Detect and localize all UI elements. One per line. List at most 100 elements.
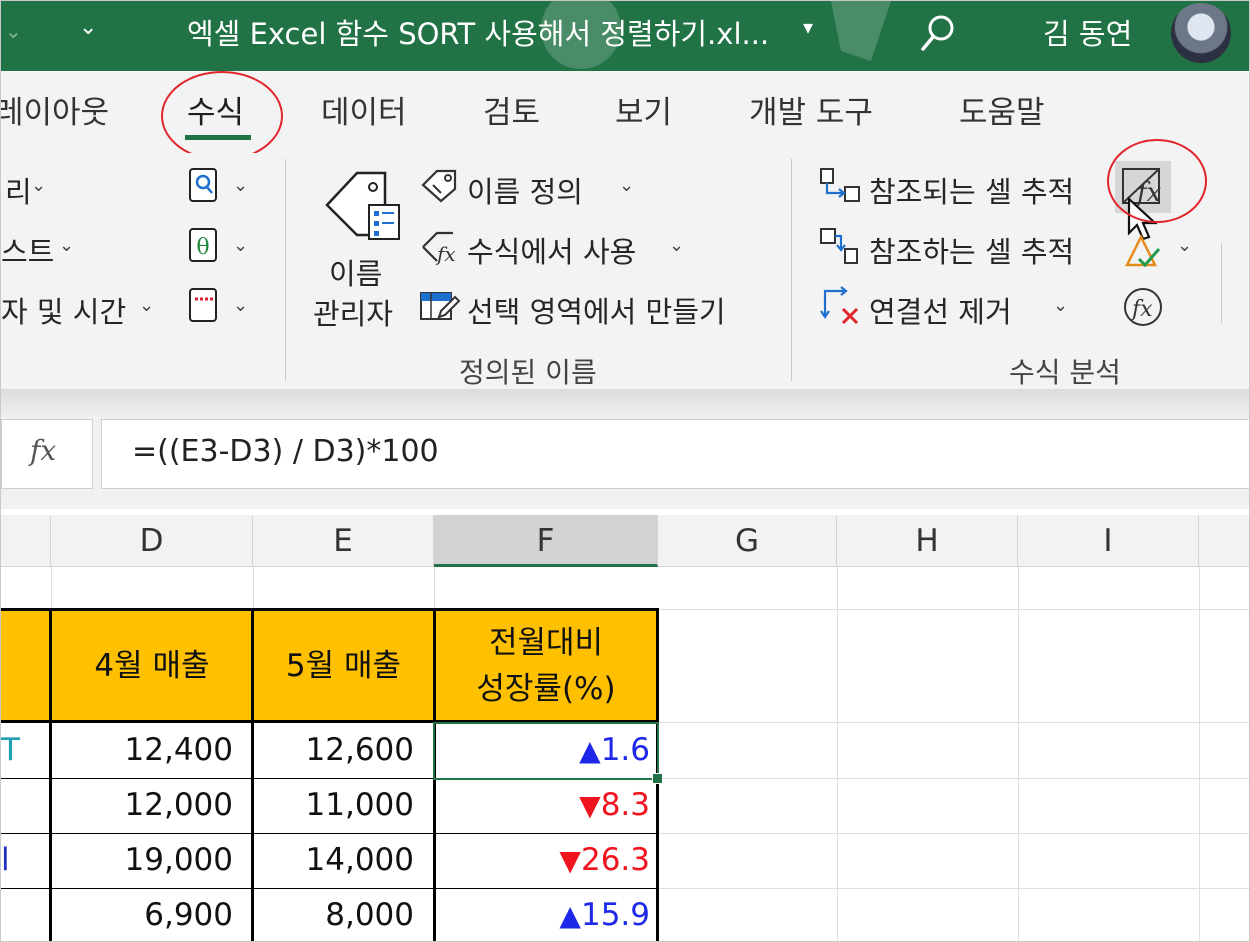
define-name-button[interactable]: 이름 정의 xyxy=(467,169,583,211)
chevron-down-icon[interactable]: ⌄ xyxy=(139,295,154,316)
column-header-g[interactable]: G xyxy=(658,515,837,567)
define-name-icon[interactable] xyxy=(419,167,461,203)
create-from-selection-button[interactable]: 선택 영역에서 만들기 xyxy=(467,289,726,331)
table-cell-april[interactable]: 12,000 xyxy=(51,778,253,833)
table-header-growth-rate[interactable]: 전월대비 성장률(%) xyxy=(434,610,658,722)
table-cell-may[interactable]: 12,600 xyxy=(253,723,434,778)
svg-text:θ: θ xyxy=(196,235,209,260)
ribbon-formulas: 리 ⌄ 스트 ⌄ 자 및 시간 ⌄ ⌄ θ ⌄ ⌄ 이름 관리자 이름 정의 ⌄… xyxy=(1,153,1249,389)
group-separator xyxy=(285,159,286,381)
table-border xyxy=(1,833,657,834)
remove-arrows-button[interactable]: 연결선 제거 xyxy=(869,289,1012,331)
title-bar: ⌄ ⌄ 엑셀 Excel 함수 SORT 사용해서 정렬하기.xl... ▾ 김… xyxy=(1,1,1249,71)
user-name[interactable]: 김 동연 xyxy=(1043,11,1132,53)
use-in-formula-icon[interactable]: fx xyxy=(419,227,461,267)
lookup-reference-icon[interactable] xyxy=(187,167,221,205)
gridline xyxy=(1018,567,1019,941)
tab-page-layout[interactable]: 레이아웃 xyxy=(1,87,109,132)
tab-developer[interactable]: 개발 도구 xyxy=(749,87,873,132)
table-cell-april[interactable]: 12,400 xyxy=(51,723,253,778)
group-label-formula-auditing: 수식 분석 xyxy=(1009,356,1121,389)
chevron-down-icon[interactable]: ⌄ xyxy=(233,175,248,196)
chevron-down-icon[interactable]: ⌄ xyxy=(59,235,74,256)
trace-dependents-icon[interactable] xyxy=(817,227,863,265)
gridline xyxy=(837,567,838,941)
name-manager-icon[interactable] xyxy=(321,165,405,247)
column-header-e[interactable]: E xyxy=(253,515,434,567)
table-cell-fragment[interactable]: l xyxy=(1,833,51,888)
title-decoration xyxy=(831,1,891,61)
column-header-f[interactable]: F xyxy=(434,515,658,567)
insert-function-button[interactable]: fx xyxy=(1,419,93,489)
growth-value: 26.3 xyxy=(580,842,650,878)
chevron-down-icon[interactable]: ⌄ xyxy=(1177,235,1192,256)
table-header-may-sales[interactable]: 5월 매출 xyxy=(253,610,434,722)
document-title: 엑셀 Excel 함수 SORT 사용해서 정렬하기.xl... xyxy=(187,17,770,51)
group-separator xyxy=(1221,243,1222,323)
chevron-down-icon[interactable]: ⌄ xyxy=(619,175,634,196)
chevron-down-icon[interactable]: ⌄ xyxy=(31,175,46,196)
math-trig-icon[interactable]: θ xyxy=(187,227,221,265)
down-triangle-icon: ▼ xyxy=(579,789,601,822)
table-cell-growth[interactable]: ▼26.3 xyxy=(434,833,658,888)
header-label: 성장률(%) xyxy=(476,671,616,707)
tab-help[interactable]: 도움말 xyxy=(959,87,1045,132)
header-label: 5월 매출 xyxy=(285,648,402,684)
formula-input[interactable]: =((E3-D3) / D3)*100 xyxy=(101,419,1249,489)
growth-value: 8.3 xyxy=(600,787,650,823)
column-header-h[interactable]: H xyxy=(837,515,1018,567)
down-triangle-icon: ▼ xyxy=(559,844,581,877)
trace-dependents-button[interactable]: 참조하는 셀 추적 xyxy=(869,229,1074,271)
customize-qat-button[interactable]: ⌄ xyxy=(79,15,97,40)
undo-dropdown-icon[interactable]: ⌄ xyxy=(5,19,22,43)
library-item-date-time[interactable]: 자 및 시간 xyxy=(1,289,126,331)
table-header-partial[interactable] xyxy=(1,610,51,722)
tab-review[interactable]: 검토 xyxy=(483,87,540,132)
library-item-logical[interactable]: 리 xyxy=(5,169,32,211)
chevron-down-icon[interactable]: ⌄ xyxy=(669,235,684,256)
fill-handle[interactable] xyxy=(652,773,663,784)
table-cell-may[interactable]: 8,000 xyxy=(253,888,434,941)
trace-precedents-button[interactable]: 참조되는 셀 추적 xyxy=(869,169,1074,211)
table-cell-april[interactable]: 6,900 xyxy=(51,888,253,941)
evaluate-formula-icon[interactable]: fx xyxy=(1121,285,1165,329)
trace-precedents-icon[interactable] xyxy=(817,167,863,205)
create-from-selection-icon[interactable] xyxy=(419,287,461,325)
name-manager-label-line2[interactable]: 관리자 xyxy=(313,291,393,333)
gridline xyxy=(51,567,52,610)
table-cell-may[interactable]: 11,000 xyxy=(253,778,434,833)
chevron-down-icon[interactable]: ⌄ xyxy=(233,295,248,316)
chevron-down-icon[interactable]: ⌄ xyxy=(1053,295,1068,316)
table-cell-april[interactable]: 19,000 xyxy=(51,833,253,888)
chevron-down-icon[interactable]: ⌄ xyxy=(233,235,248,256)
column-header-d[interactable]: D xyxy=(51,515,253,567)
table-cell-growth[interactable]: ▲15.9 xyxy=(434,888,658,941)
table-cell-may[interactable]: 14,000 xyxy=(253,833,434,888)
group-label-defined-names: 정의된 이름 xyxy=(459,356,597,389)
tab-data[interactable]: 데이터 xyxy=(321,87,407,132)
formula-text: =((E3-D3) / D3)*100 xyxy=(132,434,439,469)
table-border xyxy=(251,608,254,941)
title-dropdown-icon[interactable]: ▾ xyxy=(803,15,813,39)
library-item-text[interactable]: 스트 xyxy=(1,229,54,271)
error-checking-icon[interactable] xyxy=(1121,231,1165,271)
table-header-april-sales[interactable]: 4월 매출 xyxy=(51,610,253,722)
name-manager-label-line1[interactable]: 이름 xyxy=(329,251,382,293)
tab-view[interactable]: 보기 xyxy=(615,87,672,132)
column-header-c[interactable] xyxy=(1,515,51,567)
use-in-formula-button[interactable]: 수식에서 사용 xyxy=(467,229,636,271)
gridline xyxy=(1199,567,1200,941)
avatar[interactable] xyxy=(1171,3,1231,63)
remove-arrows-icon[interactable] xyxy=(817,285,863,327)
more-functions-icon[interactable] xyxy=(187,287,221,325)
header-label: 전월대비 xyxy=(488,625,604,661)
column-header-j[interactable] xyxy=(1199,515,1249,567)
search-icon[interactable] xyxy=(919,11,959,55)
column-header-i[interactable]: I xyxy=(1018,515,1199,567)
excel-window: ⌄ ⌄ 엑셀 Excel 함수 SORT 사용해서 정렬하기.xl... ▾ 김… xyxy=(0,0,1250,942)
svg-text:fx: fx xyxy=(435,242,456,266)
formula-bar: fx =((E3-D3) / D3)*100 xyxy=(1,419,1249,509)
table-border xyxy=(1,888,657,889)
table-cell-growth[interactable]: ▼8.3 xyxy=(434,778,658,833)
table-cell-fragment[interactable]: T xyxy=(1,723,51,778)
